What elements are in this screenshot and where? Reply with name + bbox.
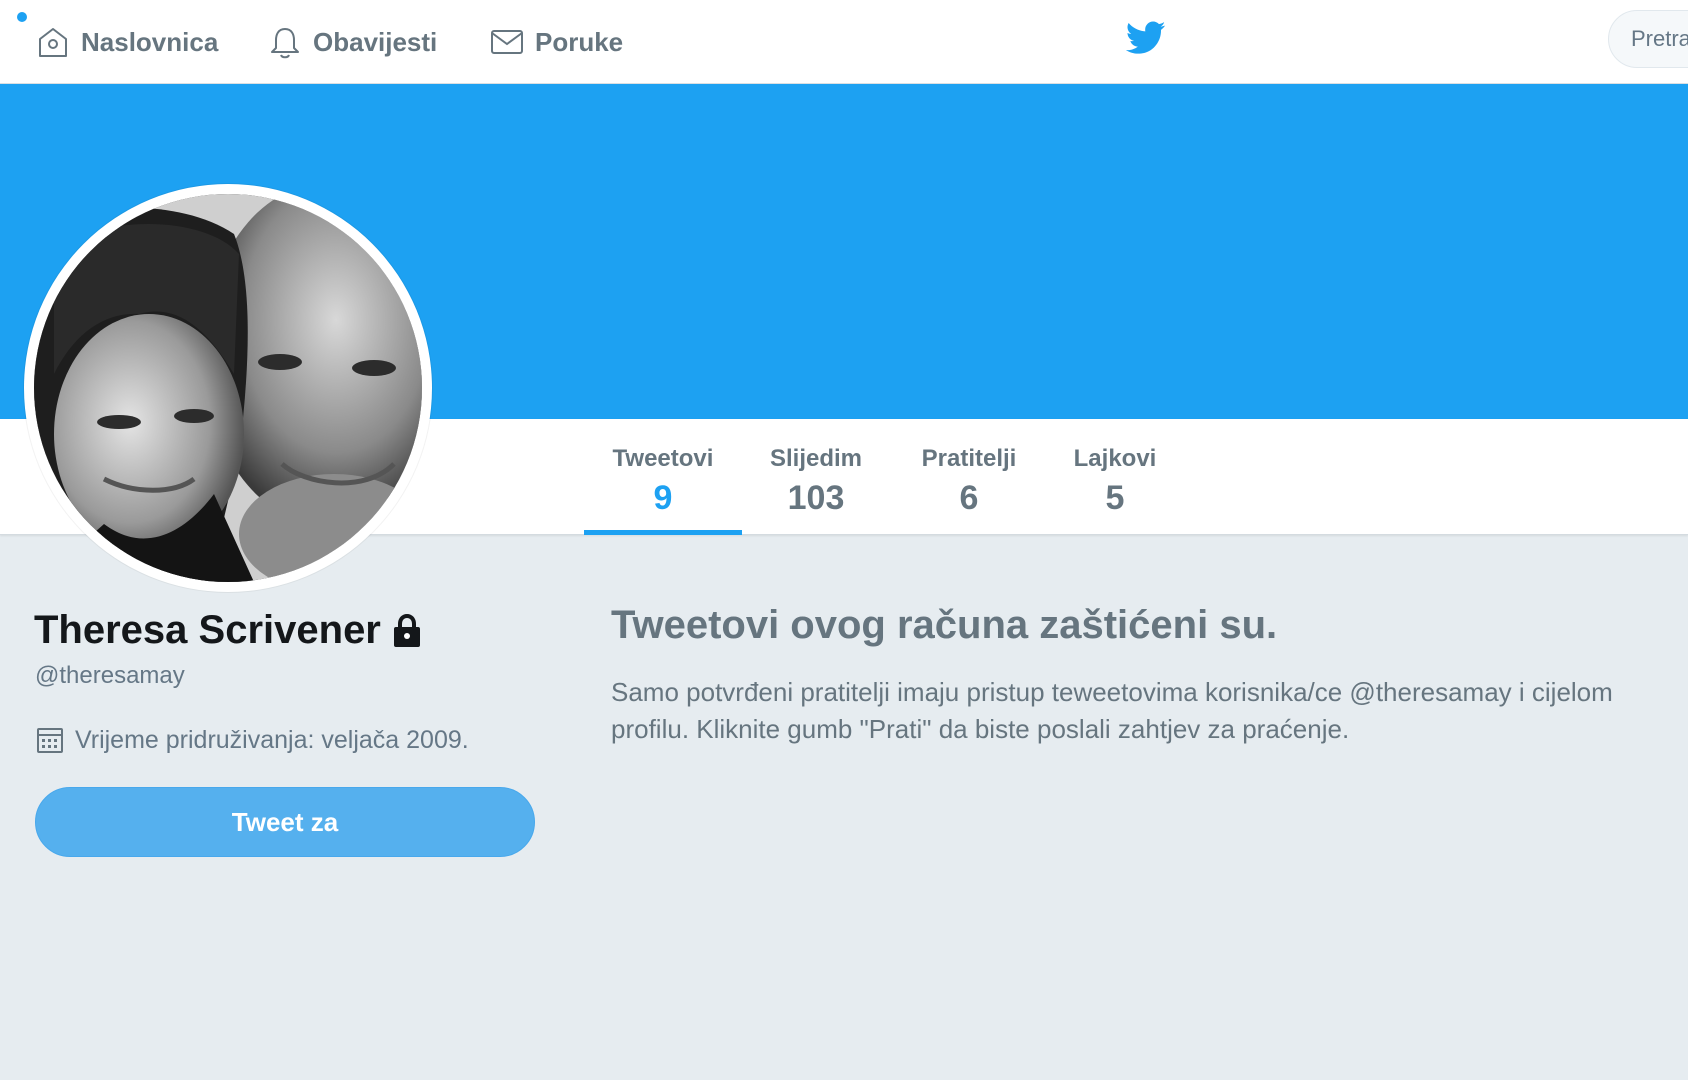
stat-value: 103 xyxy=(787,479,845,517)
twitter-bird-icon[interactable] xyxy=(1126,20,1166,56)
tab-tweets[interactable]: Tweetovi 9 xyxy=(584,419,742,535)
tweet-to-button[interactable]: Tweet za xyxy=(35,787,535,857)
stat-label: Slijedim xyxy=(769,445,863,472)
nav-messages-label: Poruke xyxy=(535,26,624,57)
stat-value: 6 xyxy=(959,479,979,517)
nav-home[interactable]: Naslovnica xyxy=(35,0,218,84)
avatar-photo-illustration xyxy=(34,194,422,582)
stat-label: Tweetovi xyxy=(612,445,714,472)
nav-messages[interactable]: Poruke xyxy=(489,0,623,84)
stat-value: 5 xyxy=(1105,479,1125,517)
lock-icon xyxy=(393,613,420,647)
top-navigation-bar: Naslovnica Obavijesti Poruke Pretra xyxy=(0,0,1688,84)
search-input[interactable]: Pretra xyxy=(1608,10,1688,68)
protected-description: Samo potvrđeni pratitelji imaju pristup … xyxy=(611,677,1613,744)
joined-text: Vrijeme pridruživanja: veljača 2009. xyxy=(75,725,469,754)
stat-label: Pratitelji xyxy=(921,445,1017,472)
avatar-photo xyxy=(34,194,422,582)
profile-handle[interactable]: @theresamay xyxy=(35,662,185,690)
envelope-icon xyxy=(491,30,523,54)
tab-likes[interactable]: Lajkovi 5 xyxy=(1060,419,1170,535)
bell-icon xyxy=(271,28,299,59)
nav-notifications-label: Obavijesti xyxy=(313,26,438,57)
home-icon xyxy=(39,28,67,57)
profile-joined-date: Vrijeme pridruživanja: veljača 2009. xyxy=(35,725,469,755)
nav-home-label: Naslovnica xyxy=(81,26,219,57)
nav-notifications[interactable]: Obavijesti xyxy=(267,0,437,84)
unread-indicator-dot xyxy=(17,12,27,22)
profile-name[interactable]: Theresa Scrivener xyxy=(34,608,381,653)
protected-title: Tweetovi ovog računa zaštićeni su. xyxy=(611,603,1278,647)
stat-label: Lajkovi xyxy=(1073,445,1157,472)
tab-following[interactable]: Slijedim 103 xyxy=(756,419,876,535)
calendar-icon xyxy=(37,728,63,753)
search-placeholder: Pretra xyxy=(1631,26,1688,51)
tab-followers[interactable]: Pratitelji 6 xyxy=(911,419,1027,535)
profile-avatar[interactable] xyxy=(24,184,432,592)
stat-value: 9 xyxy=(653,479,673,517)
profile-name-row: Theresa Scrivener xyxy=(34,608,423,653)
